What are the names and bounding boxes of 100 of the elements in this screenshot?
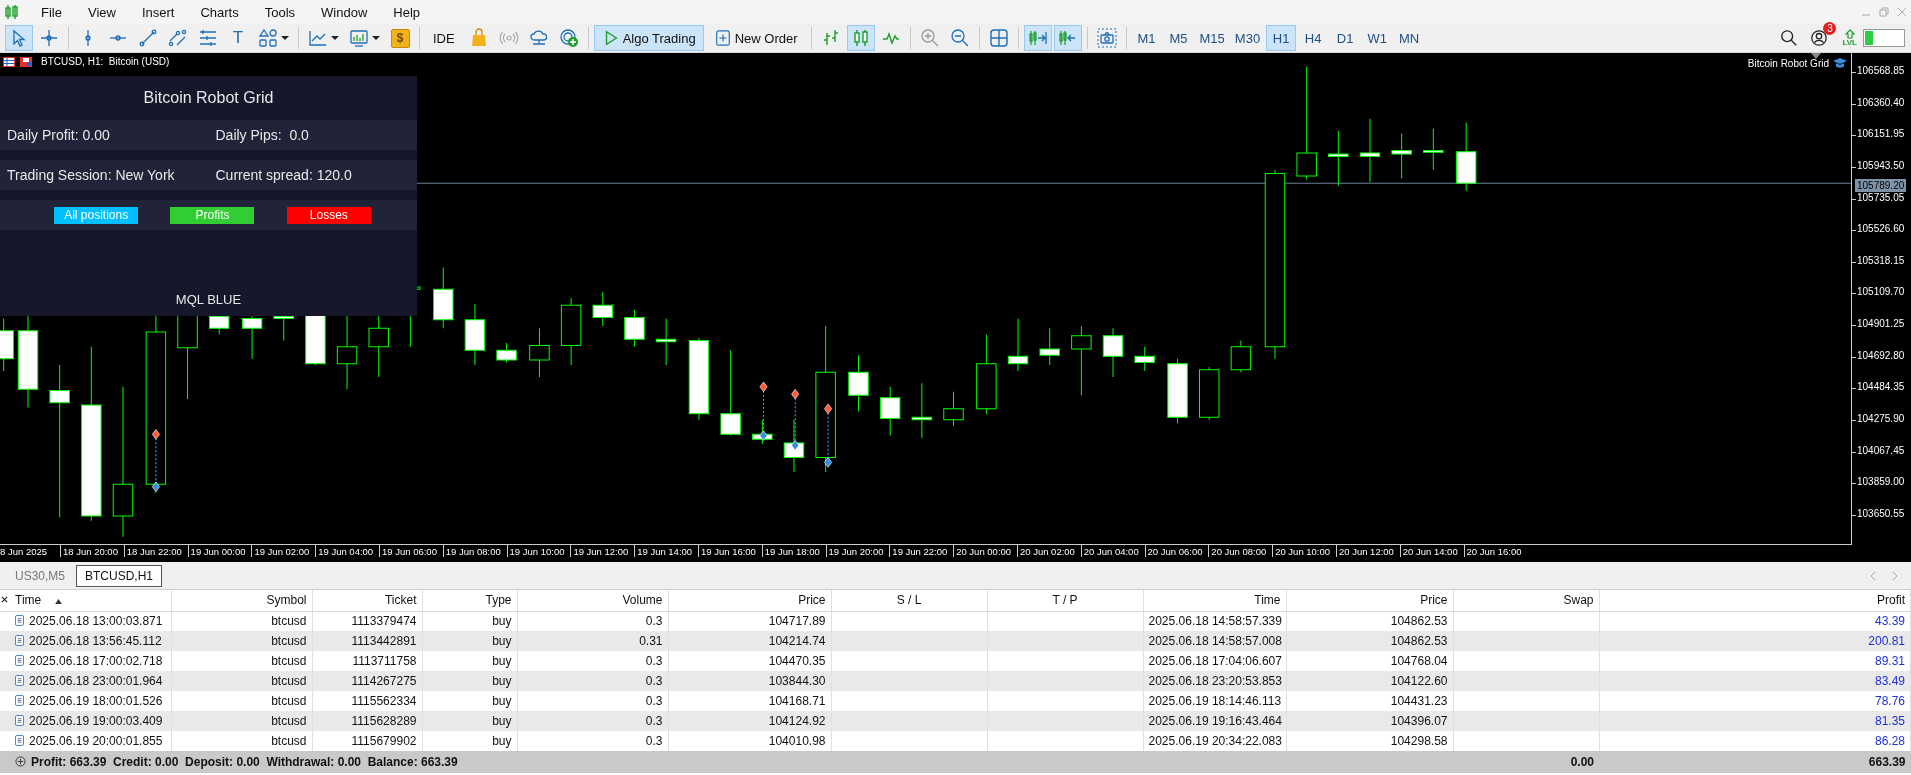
table-cell: 1113711758 — [352, 654, 417, 668]
close-icon[interactable] — [1, 596, 8, 603]
price-label: 104484.35 — [1857, 381, 1905, 393]
up-arrow-icon — [1843, 29, 1856, 39]
candle — [1007, 318, 1029, 372]
timeframe-button[interactable]: MN — [1394, 25, 1425, 51]
time-label: 19 Jun 02:00 — [254, 546, 310, 557]
timeframe-button[interactable]: D1 — [1330, 25, 1361, 51]
column-header[interactable]: Volume — [517, 590, 668, 611]
column-header[interactable]: T / P — [987, 590, 1143, 611]
add-circle-icon[interactable] — [15, 756, 26, 767]
column-header[interactable]: Price — [668, 590, 831, 611]
timeframe-button[interactable]: M1 — [1131, 25, 1162, 51]
timeframe-button[interactable]: M15 — [1195, 25, 1229, 51]
restore-icon[interactable] — [1879, 7, 1889, 17]
table-cell: buy — [492, 614, 512, 629]
chart-tab[interactable]: US30,M5 — [6, 564, 75, 587]
table-cell: 104862.53 — [1390, 634, 1448, 648]
globe-plus-icon — [558, 28, 579, 48]
toolbar-button[interactable]: IDE — [425, 25, 463, 51]
time-label: 19 Jun 20:00 — [828, 546, 884, 557]
toolbar-button[interactable] — [1053, 25, 1082, 51]
candle — [0, 318, 14, 372]
toolbar-button[interactable]: New Order — [705, 25, 806, 51]
table-cell: 104124.92 — [768, 714, 826, 728]
menu-item[interactable]: Tools — [251, 4, 309, 20]
filter-button[interactable]: Losses — [286, 206, 371, 224]
price-label: 106151.95 — [1857, 128, 1905, 140]
table-cell: 104768.04 — [1390, 654, 1448, 668]
table-cell: buy — [492, 634, 512, 648]
table-cell: 2025.06.18 17:04:06.607 — [1148, 654, 1282, 668]
menu-item[interactable]: Help — [380, 4, 434, 20]
candle — [1230, 340, 1252, 373]
menu-item[interactable]: Charts — [187, 4, 252, 20]
chart-tab[interactable]: BTCUSD,H1 — [76, 564, 163, 587]
toolbar-button[interactable]: Algo Trading — [593, 25, 704, 51]
menu-item[interactable]: File — [28, 4, 75, 20]
candle — [943, 391, 964, 427]
table-cell: 2025.06.18 23:00:01.964 — [29, 674, 163, 688]
timeframe-button[interactable]: H1 — [1266, 25, 1297, 51]
column-header[interactable]: Type — [422, 590, 517, 611]
time-label: 20 Jun 12:00 — [1338, 546, 1394, 557]
column-header[interactable]: Swap — [1453, 590, 1599, 611]
column-header[interactable]: Time — [0, 590, 171, 611]
table-cell: 1115628289 — [351, 714, 417, 728]
column-header[interactable]: Price — [1286, 590, 1453, 611]
time-label: 19 Jun 14:00 — [637, 546, 693, 557]
column-header[interactable]: S / L — [831, 590, 987, 611]
column-header[interactable]: Time — [1143, 590, 1286, 611]
timeframe-button[interactable]: M5 — [1163, 25, 1194, 51]
price-label: 105943.50 — [1857, 159, 1905, 171]
chevron-left-icon[interactable] — [1869, 570, 1877, 581]
toolbar-button[interactable] — [846, 25, 875, 51]
table-cell: btcusd — [271, 614, 307, 629]
toolbar-button[interactable] — [5, 25, 33, 51]
time-label: 19 Jun 08:00 — [445, 546, 501, 557]
sort-arrow-icon — [55, 599, 63, 605]
menu-item[interactable]: Insert — [128, 4, 188, 20]
candle — [496, 342, 517, 363]
table-cell: btcusd — [271, 714, 307, 728]
table-cell: 104168.71 — [768, 694, 826, 708]
time-label: 20 Jun 00:00 — [956, 546, 1012, 557]
meter-icon — [1863, 29, 1905, 47]
table-cell: 0.3 — [645, 714, 663, 728]
time-label: 20 Jun 16:00 — [1466, 546, 1522, 557]
table-cell: 104396.07 — [1390, 714, 1448, 728]
table-cell: 2025.06.19 19:16:43.464 — [1148, 714, 1282, 728]
search-icon[interactable] — [1780, 29, 1799, 47]
table-cell: btcusd — [271, 634, 307, 648]
table-cell: 2025.06.18 23:20:53.853 — [1148, 674, 1282, 688]
timeframe-button[interactable]: W1 — [1362, 25, 1393, 51]
price-label: 104692.80 — [1857, 349, 1905, 361]
floppy-icon — [20, 56, 32, 67]
table-cell: 2025.06.19 20:34:22.083 — [1148, 734, 1282, 748]
toolbar-button[interactable]: T — [224, 25, 252, 51]
trade-marker — [824, 403, 833, 468]
column-header[interactable]: Symbol — [171, 590, 312, 611]
monitor-chart-icon — [349, 28, 369, 48]
chevron-right-icon[interactable] — [1891, 570, 1899, 581]
timeframe-button[interactable]: H4 — [1298, 25, 1329, 51]
column-header[interactable]: Ticket — [312, 590, 422, 611]
table-cell: 86.28 — [1874, 734, 1905, 748]
table-cell: buy — [492, 674, 512, 688]
table-cell: 81.35 — [1874, 714, 1905, 728]
caret-icon — [372, 34, 380, 42]
app-logo-icon — [4, 4, 20, 20]
stat-text: Daily Profit: 0.00 — [6, 127, 111, 143]
column-header[interactable]: Profit — [1599, 590, 1911, 611]
menu-item[interactable]: Window — [308, 4, 381, 20]
toolbar-button[interactable] — [1023, 25, 1052, 51]
menu-item[interactable]: View — [74, 4, 129, 20]
table-cell: btcusd — [271, 654, 307, 668]
table-cell: 104431.23 — [1390, 694, 1448, 708]
timeframe-button[interactable]: M30 — [1230, 25, 1265, 51]
triangle-icon[interactable] — [1811, 53, 1821, 59]
candle — [1328, 130, 1349, 187]
chart-area[interactable]: BTCUSD, H1: Bitcoin (USD) Bitcoin Robot Grid Bitcoin Robot Grid Daily Profit: 0.00 Daily Pips: 0.0 Trading Session: New York Current spread: 120.0 All positions Profits Losses MQL BLUE — [0, 53, 1852, 545]
indicator-name: Bitcoin Robot Grid — [1747, 57, 1829, 69]
table-cell: 2025.06.19 20:00:01.855 — [29, 734, 163, 748]
chart-title: BTCUSD, H1: Bitcoin (USD) — [41, 56, 170, 67]
